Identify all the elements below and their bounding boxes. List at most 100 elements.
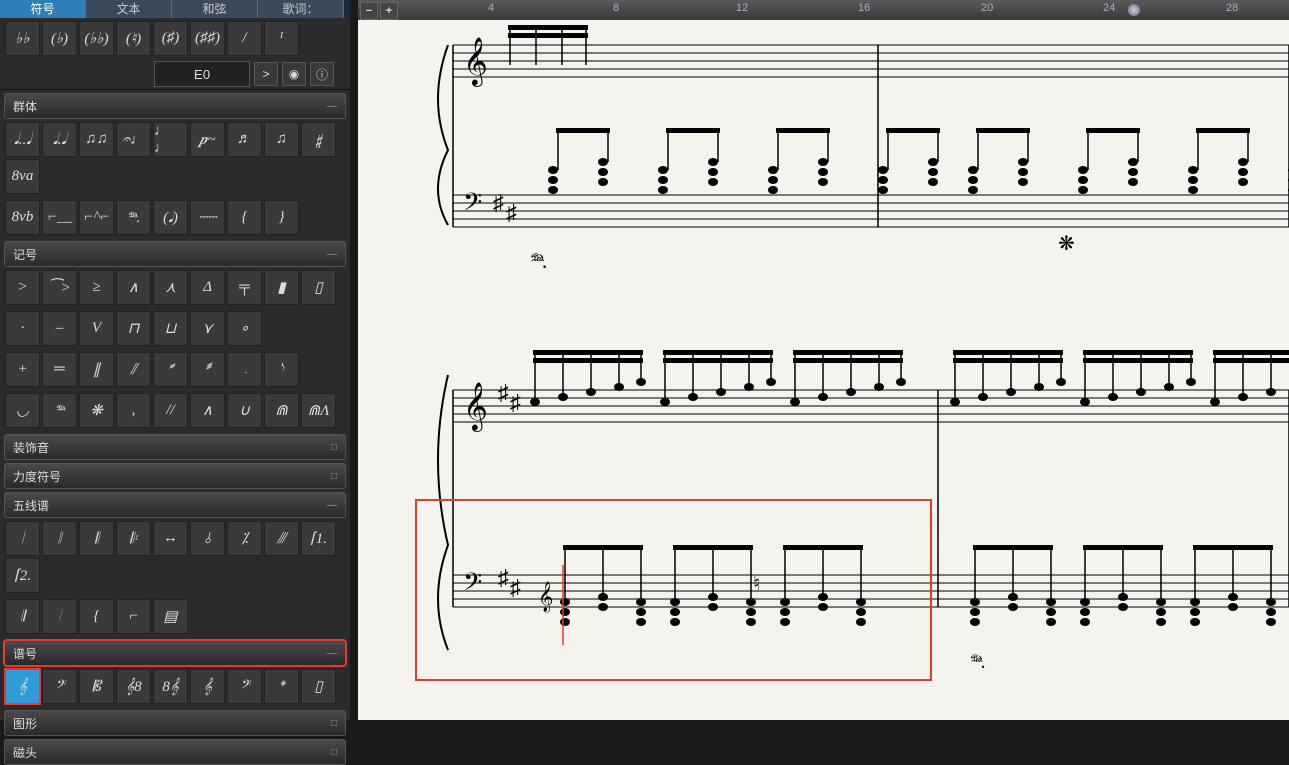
paren-sharp-btn[interactable]: (♯) <box>153 21 188 56</box>
marks-btn-2-4[interactable]: 𝅫 <box>153 352 188 387</box>
clef-btn-0-3[interactable]: 𝄞8 <box>116 669 151 704</box>
staff-btn-0-6[interactable]: ⁒ <box>227 521 262 556</box>
marks-btn-0-4[interactable]: ⋏ <box>153 270 188 305</box>
group-btn-1-7[interactable]: } <box>264 200 299 235</box>
staff-btn-0-1[interactable]: 𝄁 <box>42 521 77 556</box>
clef-btn-0-5[interactable]: 𝄞 <box>190 669 225 704</box>
staff-btn-0-7[interactable]: ⫻ <box>264 521 299 556</box>
marks-btn-2-6[interactable]: 𝅭 <box>227 352 262 387</box>
marks-btn-2-5[interactable]: 𝅬 <box>190 352 225 387</box>
marks-btn-0-0[interactable]: > <box>5 270 40 305</box>
marks-btn-1-4[interactable]: ⊔ <box>153 311 188 346</box>
section-header-ornament[interactable]: 装饰音□ <box>4 434 346 460</box>
note-name-input[interactable] <box>154 61 250 87</box>
group-btn-1-2[interactable]: ⌐^⌐ <box>79 200 114 235</box>
paren-dsharp-btn[interactable]: (♯♯) <box>190 21 225 56</box>
section-header-clef[interactable]: 谱号— <box>4 640 346 666</box>
marks-btn-0-3[interactable]: ∧ <box>116 270 151 305</box>
tab-chords[interactable]: 和弦 <box>172 0 258 18</box>
marks-btn-2-1[interactable]: ═ <box>42 352 77 387</box>
staff-btn-0-8[interactable]: ⌈1. <box>301 521 336 556</box>
group-btn-0-3[interactable]: 𝄐♩ <box>116 122 151 157</box>
clef-btn-0-2[interactable]: 𝄡 <box>79 669 114 704</box>
marks-btn-3-3[interactable]: , <box>116 393 151 428</box>
paren-natural-btn[interactable]: (♮) <box>116 21 151 56</box>
group-btn-1-4[interactable]: (𝅘𝅥) <box>153 200 188 235</box>
group-btn-1-3[interactable]: 𝆮. <box>116 200 151 235</box>
collapse-icon[interactable]: □ <box>331 747 337 758</box>
marks-btn-2-7[interactable]: 𝅮 <box>264 352 299 387</box>
staff-btn-1-3[interactable]: ⌐ <box>116 599 151 634</box>
rest-btn[interactable]: ᴵ <box>264 21 299 56</box>
staff-btn-0-9[interactable]: ⌈2. <box>5 558 40 593</box>
marks-btn-3-4[interactable]: // <box>153 393 188 428</box>
dflat-btn[interactable]: ♭♭ <box>5 21 40 56</box>
group-btn-1-0[interactable]: 8vb <box>5 200 40 235</box>
clef-btn-0-1[interactable]: 𝄢 <box>42 669 77 704</box>
marks-btn-0-5[interactable]: Δ <box>190 270 225 305</box>
marks-btn-1-2[interactable]: V <box>79 311 114 346</box>
collapse-icon[interactable]: — <box>327 249 337 260</box>
staff-btn-0-3[interactable]: 𝄆 <box>116 521 151 556</box>
paren-dflat-btn[interactable]: (♭♭) <box>79 21 114 56</box>
marks-btn-0-6[interactable]: ╤ <box>227 270 262 305</box>
group-btn-0-4[interactable]: ♩ ♩ <box>153 122 188 157</box>
group-btn-0-9[interactable]: 8va <box>5 159 40 194</box>
zoom-out-button[interactable]: − <box>360 2 378 20</box>
staff-btn-0-2[interactable]: 𝄃 <box>79 521 114 556</box>
midi-button[interactable]: ◉ <box>282 62 306 86</box>
group-btn-1-1[interactable]: ⌐__ <box>42 200 77 235</box>
tab-lyrics[interactable]: 歌词： <box>258 0 344 18</box>
collapse-icon[interactable]: □ <box>331 718 337 729</box>
collapse-icon[interactable]: — <box>327 648 337 659</box>
marks-btn-0-2[interactable]: ≥ <box>79 270 114 305</box>
clef-btn-0-6[interactable]: 𝄢 <box>227 669 262 704</box>
marks-btn-3-0[interactable]: ◡ <box>5 393 40 428</box>
marks-btn-0-1[interactable]: ⁀> <box>42 270 77 305</box>
marks-btn-3-7[interactable]: ⋒ <box>264 393 299 428</box>
marks-btn-1-0[interactable]: · <box>5 311 40 346</box>
marks-btn-2-0[interactable]: + <box>5 352 40 387</box>
staff-btn-0-4[interactable]: ↔ <box>153 521 188 556</box>
staff-btn-0-0[interactable]: 𝄀 <box>5 521 40 556</box>
staff-btn-1-0[interactable]: 𝄂 <box>5 599 40 634</box>
marks-btn-2-2[interactable]: ∥ <box>79 352 114 387</box>
staff-btn-1-4[interactable]: ▤ <box>153 599 188 634</box>
playhead-handle[interactable] <box>1128 4 1140 16</box>
staff-btn-1-2[interactable]: { <box>79 599 114 634</box>
marks-btn-1-3[interactable]: ⊓ <box>116 311 151 346</box>
marks-btn-0-8[interactable]: ▯ <box>301 270 336 305</box>
section-header-staff[interactable]: 五线谱— <box>4 492 346 518</box>
group-btn-1-6[interactable]: { <box>227 200 262 235</box>
clef-btn-0-7[interactable]: 𝄌 <box>264 669 299 704</box>
group-btn-0-7[interactable]: ♫ <box>264 122 299 157</box>
paren-flat-btn[interactable]: (♭) <box>42 21 77 56</box>
collapse-icon[interactable]: □ <box>331 442 337 453</box>
group-btn-0-2[interactable]: ♫♫ <box>79 122 114 157</box>
tab-text[interactable]: 文本 <box>86 0 172 18</box>
zoom-in-button[interactable]: + <box>380 2 398 20</box>
marks-btn-3-8[interactable]: ⋒Λ <box>301 393 336 428</box>
marks-btn-0-7[interactable]: ▮ <box>264 270 299 305</box>
staff-btn-0-5[interactable]: ⫰ <box>190 521 225 556</box>
group-btn-0-6[interactable]: ♬ <box>227 122 262 157</box>
clef-btn-0-8[interactable]: ▯ <box>301 669 336 704</box>
section-header-graphic[interactable]: 图形□ <box>4 710 346 736</box>
collapse-icon[interactable]: — <box>327 500 337 511</box>
section-header-marks[interactable]: 记号— <box>4 241 346 267</box>
clef-btn-0-0[interactable]: 𝄞 <box>5 669 40 704</box>
marks-btn-3-2[interactable]: ❋ <box>79 393 114 428</box>
collapse-icon[interactable]: — <box>327 101 337 112</box>
group-btn-0-8[interactable]: 𝄱 <box>301 122 336 157</box>
accent-button[interactable]: > <box>254 62 278 86</box>
group-btn-1-5[interactable]: ┄┄ <box>190 200 225 235</box>
staff-btn-1-1[interactable]: 𝄄 <box>42 599 77 634</box>
section-header-group[interactable]: 群体— <box>4 93 346 119</box>
marks-btn-1-6[interactable]: ∘ <box>227 311 262 346</box>
clef-btn-0-4[interactable]: 8𝄞 <box>153 669 188 704</box>
marks-btn-2-3[interactable]: ⫽ <box>116 352 151 387</box>
marks-btn-3-6[interactable]: ∪ <box>227 393 262 428</box>
marks-btn-1-1[interactable]: – <box>42 311 77 346</box>
collapse-icon[interactable]: □ <box>331 471 337 482</box>
timeline-ruler[interactable]: − + 4 8 12 16 20 24 28 <box>358 0 1289 21</box>
